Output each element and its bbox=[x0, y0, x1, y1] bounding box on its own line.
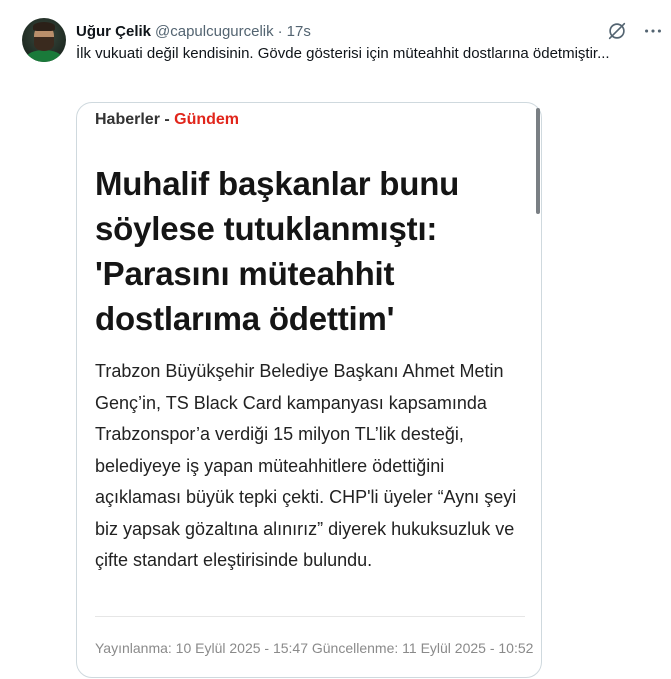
article-headline: Muhalif başkanlar bunu söylese tutuklanm… bbox=[95, 165, 460, 337]
category-prefix: Haberler - bbox=[95, 111, 175, 128]
tweet[interactable]: Uğur Çelik @capulcugurcelik · 17s İlk vu… bbox=[0, 0, 671, 679]
category-name: Gündem bbox=[174, 111, 240, 128]
article-summary: Trabzon Büyükşehir Belediye Başkanı Ahme… bbox=[95, 361, 517, 570]
divider bbox=[95, 616, 525, 617]
author-handle[interactable]: @capulcugurcelik bbox=[155, 23, 274, 40]
more-icon[interactable] bbox=[642, 20, 664, 42]
avatar[interactable] bbox=[22, 18, 66, 62]
author-name[interactable]: Uğur Çelik bbox=[76, 23, 151, 40]
separator-dot: · bbox=[277, 22, 283, 40]
category-label: Haberler - Gündem bbox=[95, 111, 239, 129]
tweet-header: Uğur Çelik @capulcugurcelik · 17s bbox=[76, 21, 311, 41]
article-screenshot[interactable]: Haberler - Gündem Muhalif başkanlar bunu… bbox=[76, 102, 542, 678]
tweet-time[interactable]: 17s bbox=[287, 23, 311, 40]
tweet-text: İlk vukuati değil kendisinin. Gövde göst… bbox=[76, 45, 610, 62]
scrollbar bbox=[536, 108, 540, 214]
article-dates: Yayınlanma: 10 Eylül 2025 - 15:47 Güncel… bbox=[95, 640, 534, 656]
grok-icon[interactable] bbox=[606, 20, 628, 42]
